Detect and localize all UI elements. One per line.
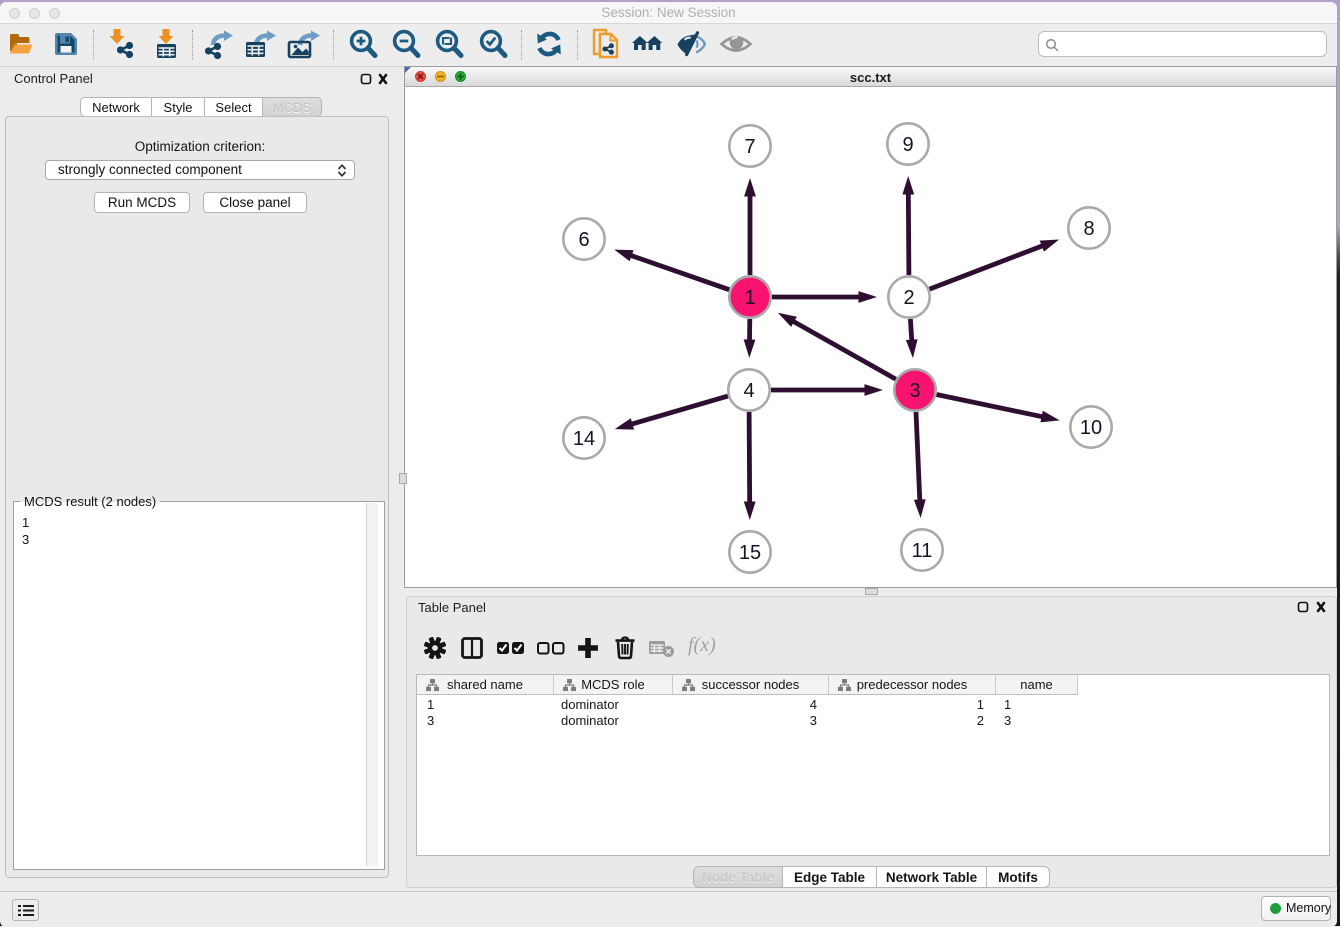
svg-text:15: 15 — [739, 542, 761, 564]
svg-text:6: 6 — [578, 229, 589, 251]
svg-text:1: 1 — [744, 287, 755, 309]
svg-text:3: 3 — [909, 380, 920, 402]
svg-text:14: 14 — [573, 428, 595, 450]
svg-text:7: 7 — [744, 136, 755, 158]
svg-text:10: 10 — [1080, 417, 1102, 439]
svg-text:9: 9 — [902, 134, 913, 156]
svg-text:8: 8 — [1083, 218, 1094, 240]
svg-text:11: 11 — [912, 540, 933, 562]
svg-text:4: 4 — [743, 380, 754, 402]
svg-text:2: 2 — [903, 287, 914, 309]
